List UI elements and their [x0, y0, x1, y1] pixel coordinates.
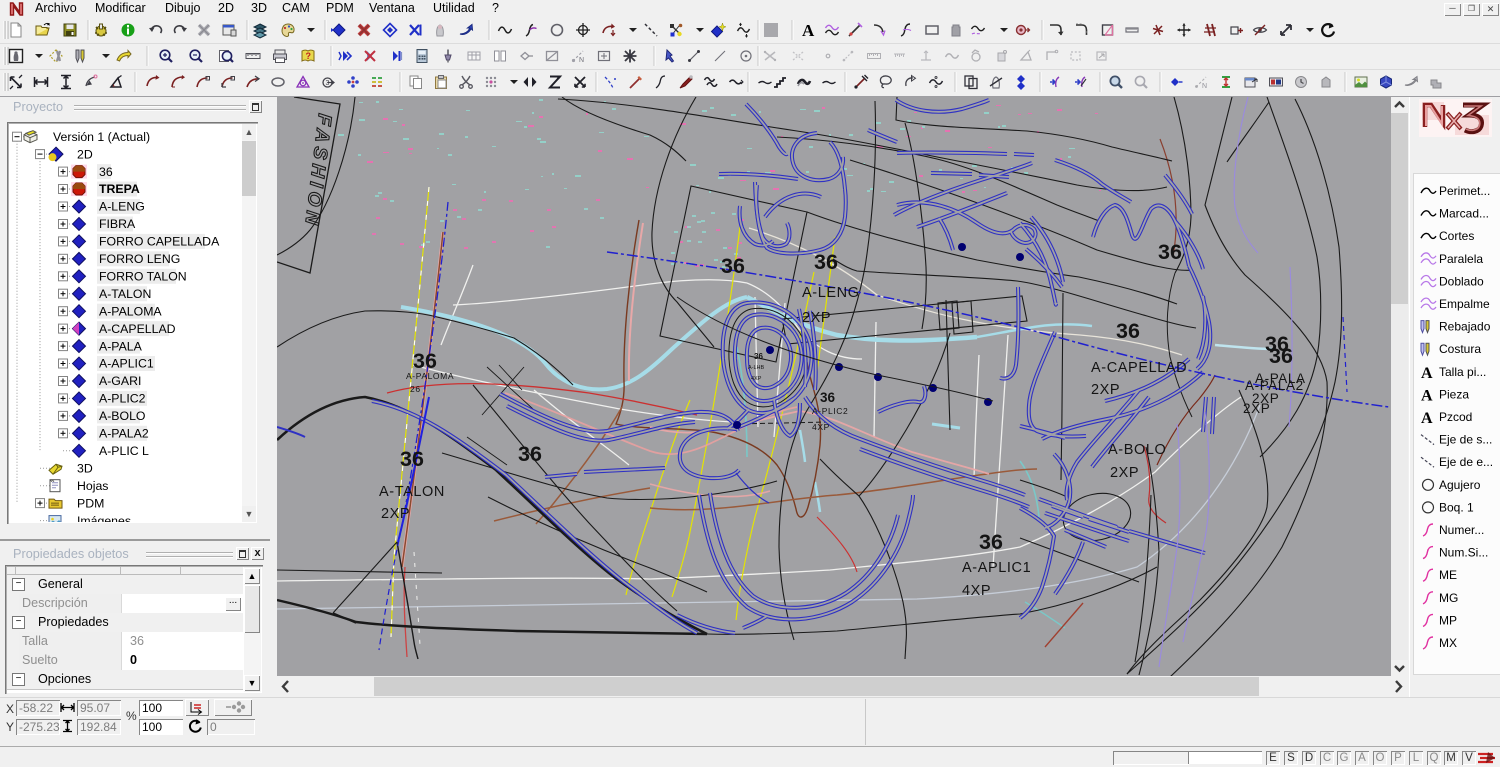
svg-text:Marcad...: Marcad... [1439, 207, 1489, 221]
svg-text:36: 36 [400, 447, 424, 471]
svg-text:A-PALOMA: A-PALOMA [99, 304, 162, 318]
svg-text:Pzcod: Pzcod [1439, 410, 1472, 424]
svg-text:Empalme: Empalme [1439, 297, 1490, 311]
svg-text:Hojas: Hojas [77, 479, 108, 493]
svg-text:26: 26 [410, 384, 421, 394]
svg-text:Costura: Costura [1439, 342, 1481, 356]
svg-text:A-BOLO: A-BOLO [99, 409, 145, 423]
svg-text:FORRO CAPELLADA: FORRO CAPELLADA [99, 235, 220, 249]
svg-text:36: 36 [1116, 319, 1140, 343]
svg-text:FIBRA: FIBRA [99, 217, 136, 231]
svg-text:A-BOLO: A-BOLO [1108, 442, 1166, 458]
svg-text:A-APLIC1: A-APLIC1 [99, 357, 154, 371]
svg-text:A-PLIC L: A-PLIC L [99, 444, 149, 458]
svg-text:36: 36 [1269, 344, 1293, 368]
svg-text:FORRO TALON: FORRO TALON [99, 270, 187, 284]
svg-text:Numer...: Numer... [1439, 523, 1484, 537]
svg-text:4XP: 4XP [812, 422, 830, 432]
svg-text:2XP: 2XP [381, 506, 410, 522]
svg-text:Perimet...: Perimet... [1439, 184, 1490, 198]
svg-text:MP: MP [1439, 613, 1457, 627]
svg-text:3D: 3D [77, 461, 93, 475]
svg-text:PDM: PDM [77, 496, 104, 510]
svg-text:A-LENG: A-LENG [99, 200, 145, 214]
svg-text:36: 36 [413, 349, 437, 373]
svg-text:2XP: 2XP [1243, 401, 1270, 416]
svg-text:Eje de s...: Eje de s... [1439, 433, 1492, 447]
svg-text:2D: 2D [77, 147, 93, 161]
svg-text:A-PALA2: A-PALA2 [99, 427, 149, 441]
svg-text:TREPA: TREPA [99, 182, 140, 196]
svg-text:2XP: 2XP [802, 310, 831, 326]
svg-text:Agujero: Agujero [1439, 478, 1481, 492]
svg-text:4XP: 4XP [751, 376, 762, 382]
svg-text:A: A [1421, 387, 1433, 404]
svg-text:A-PALA: A-PALA [99, 339, 143, 353]
svg-text:36: 36 [721, 254, 745, 278]
svg-text:Cortes: Cortes [1439, 229, 1474, 243]
svg-text:36: 36 [1158, 240, 1182, 264]
svg-text:Imágenes: Imágenes [77, 514, 131, 522]
svg-text:Rebajado: Rebajado [1439, 320, 1491, 334]
svg-text:2XP: 2XP [1091, 382, 1120, 398]
svg-text:A-TALON: A-TALON [379, 484, 445, 500]
svg-text:A-TALON: A-TALON [99, 287, 151, 301]
svg-text:A: A [1421, 410, 1433, 427]
svg-text:ME: ME [1439, 568, 1457, 582]
svg-text:A-CAPELLAD: A-CAPELLAD [99, 322, 176, 336]
svg-text:Paralela: Paralela [1439, 252, 1483, 266]
svg-text:36: 36 [754, 352, 763, 361]
svg-text:MX: MX [1439, 636, 1457, 650]
svg-text:A-LENG: A-LENG [802, 285, 860, 301]
svg-text:36: 36 [814, 250, 838, 274]
svg-text:Versión 1 (Actual): Versión 1 (Actual) [53, 130, 150, 144]
svg-text:A-PLIC2: A-PLIC2 [812, 406, 848, 416]
svg-text:A: A [1421, 365, 1433, 382]
svg-text:36: 36 [820, 390, 836, 405]
svg-text:Talla pi...: Talla pi... [1439, 365, 1486, 379]
svg-text:36: 36 [518, 442, 542, 466]
svg-text:Num.Si...: Num.Si... [1439, 546, 1488, 560]
svg-text:4XP: 4XP [962, 583, 991, 599]
svg-text:MG: MG [1439, 591, 1458, 605]
svg-text:A-GARI: A-GARI [99, 374, 141, 388]
svg-text:Doblado: Doblado [1439, 274, 1484, 288]
svg-text:Pieza: Pieza [1439, 387, 1469, 401]
svg-text:36: 36 [979, 530, 1003, 554]
svg-text:A-CAPELLAD: A-CAPELLAD [1091, 360, 1187, 376]
svg-text:36: 36 [99, 165, 113, 179]
svg-text:A-APLIC1: A-APLIC1 [962, 560, 1031, 576]
svg-text:Boq. 1: Boq. 1 [1439, 500, 1474, 514]
svg-text:Eje de e...: Eje de e... [1439, 455, 1493, 469]
svg-text:FORRO LENG: FORRO LENG [99, 252, 180, 266]
svg-text:A-PALOMA: A-PALOMA [406, 371, 454, 381]
svg-text:A-PLIC2: A-PLIC2 [99, 392, 146, 406]
svg-text:2XP: 2XP [1110, 465, 1139, 481]
svg-text:A-LHB: A-LHB [748, 365, 765, 371]
